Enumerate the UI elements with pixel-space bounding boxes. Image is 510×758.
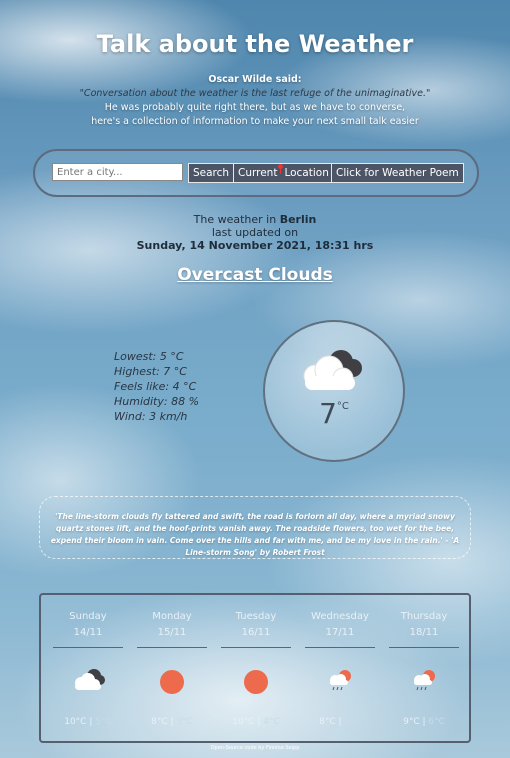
forecast-high: 10°C (64, 717, 87, 727)
weather-info: The weather in Berlin last updated on Su… (0, 213, 510, 252)
updated-label: last updated on (211, 226, 299, 239)
weather-prefix: The weather in (193, 213, 277, 226)
location-pin-icon (278, 164, 284, 174)
current-label: Current (238, 167, 278, 179)
forecast-day: Thursday 18/11 9°C | 6°C (382, 609, 466, 730)
forecast-date: 18/11 (409, 627, 439, 638)
rain-sun-icon (330, 670, 351, 691)
forecast-date: 15/11 (157, 627, 187, 638)
current-temperature: 7°C (265, 397, 403, 430)
humidity: Humidity: 88 % (114, 395, 200, 408)
intro-line-2: here's a collection of information to ma… (91, 116, 419, 127)
oscar-wilde-quote: "Conversation about the weather is the l… (79, 88, 431, 99)
forecast-day: Sunday 14/11 10°C | 5°C (46, 609, 130, 730)
weather-condition: Overcast Clouds (177, 265, 333, 285)
feels-like: Feels like: 4 °C (114, 380, 197, 393)
forecast-low: 3°C (176, 717, 193, 727)
wind-speed: Wind: 3 km/h (114, 410, 188, 423)
quote-attribution: Oscar Wilde said: (208, 74, 302, 85)
forecast-low: 4°C (263, 717, 280, 727)
divider (137, 647, 207, 648)
forecast-date: 14/11 (73, 627, 103, 638)
forecast-low: 5°C (95, 717, 112, 727)
forecast-day: Wednesday 17/11 8°C | 3°C (298, 609, 382, 730)
lowest-temp: Lowest: 5 °C (114, 350, 184, 363)
forecast-high: 10°C (232, 717, 255, 727)
forecast-day: Tuesday 16/11 10°C | 4°C (214, 609, 298, 730)
open-source-link[interactable]: Open-Source code (211, 745, 257, 751)
divider (221, 647, 291, 648)
intro-line-1: He was probably quite right there, but a… (104, 102, 406, 113)
divider (53, 647, 123, 648)
weather-stats: Lowest: 5 °C Highest: 7 °C Feels like: 4… (114, 349, 199, 424)
search-button[interactable]: Search (188, 163, 235, 183)
forecast-low: 3°C (344, 717, 361, 727)
forecast-date: 16/11 (241, 627, 271, 638)
forecast-day-name: Thursday (400, 611, 448, 622)
cloudy-dark-icon (303, 350, 362, 390)
sun-icon (160, 670, 184, 694)
forecast-high: 8°C (319, 717, 336, 727)
forecast-date: 17/11 (325, 627, 355, 638)
forecast-day-name: Wednesday (311, 611, 369, 622)
footer-author: by Finnine Seipp (258, 745, 300, 751)
intro-text: Oscar Wilde said: "Conversation about th… (0, 73, 510, 129)
forecast-high: 8°C (151, 717, 168, 727)
forecast-day-name: Tuesday (235, 611, 277, 622)
sun-icon (244, 670, 268, 694)
footer: Open-Source code by Finnine Seipp (0, 745, 510, 751)
forecast-day-name: Monday (152, 611, 192, 622)
city-search-input[interactable] (52, 163, 183, 181)
forecast-high: 9°C (403, 717, 420, 727)
forecast-day-name: Sunday (69, 611, 107, 622)
weather-poem: 'The line-storm clouds fly tattered and … (39, 496, 471, 559)
location-label: Location (284, 167, 329, 179)
updated-timestamp: Sunday, 14 November 2021, 18:31 hrs (136, 239, 374, 252)
temperature-unit: °C (336, 401, 349, 412)
temperature-value: 7 (319, 397, 337, 430)
weather-poem-button[interactable]: Click for Weather Poem (331, 163, 464, 183)
page-title: Talk about the Weather (96, 30, 414, 58)
forecast-low: 6°C (428, 717, 445, 727)
city-name: Berlin (279, 213, 317, 226)
current-location-button[interactable]: Current Location (233, 163, 334, 183)
highest-temp: Highest: 7 °C (114, 365, 187, 378)
divider (305, 647, 375, 648)
current-weather-bubble: 7°C (263, 320, 405, 462)
forecast-day: Monday 15/11 8°C | 3°C (130, 609, 214, 730)
cloudy-icon (75, 669, 105, 690)
rain-sun-icon (414, 670, 435, 691)
forecast-panel: Sunday 14/11 10°C | 5°C Monday 15/11 8°C… (39, 593, 471, 743)
divider (389, 647, 459, 648)
